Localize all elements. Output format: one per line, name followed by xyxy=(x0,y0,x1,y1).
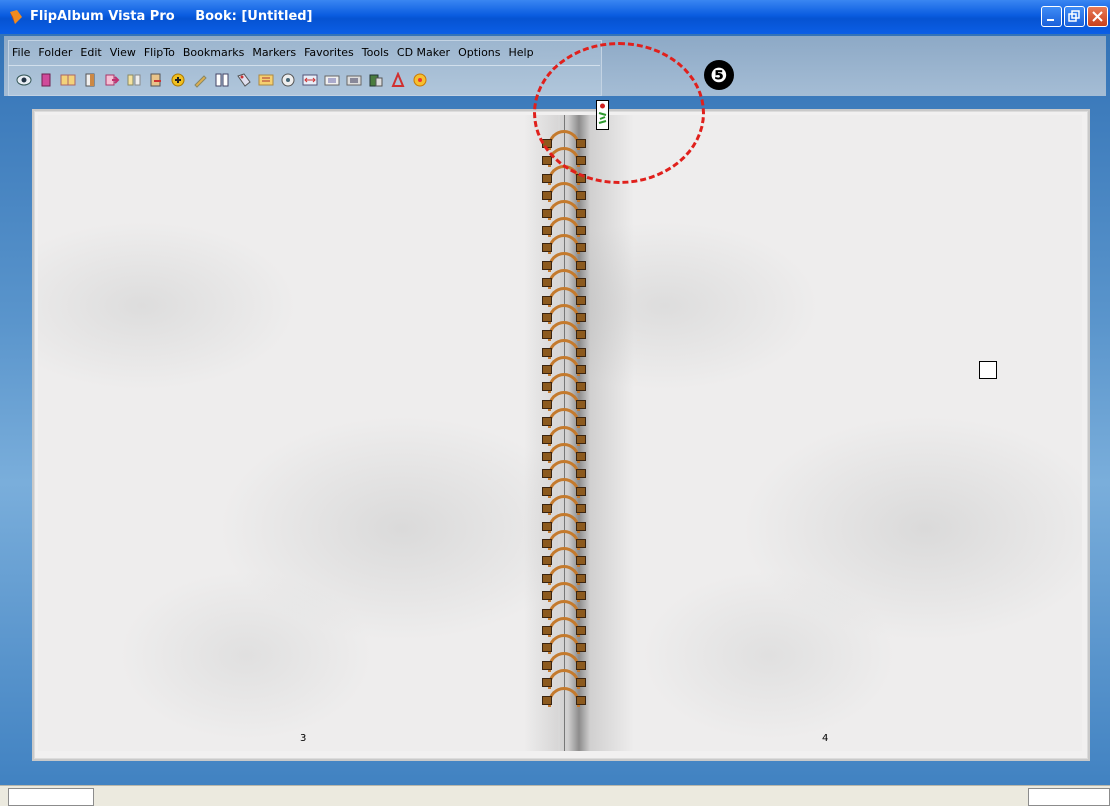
spiral-ring xyxy=(542,286,586,307)
left-page[interactable] xyxy=(38,115,558,751)
menu-cd-maker[interactable]: CD Maker xyxy=(393,44,454,64)
spiral-ring xyxy=(542,599,586,620)
spiral-ring xyxy=(542,581,586,603)
pdf-icon[interactable] xyxy=(388,71,407,90)
export-page-icon[interactable] xyxy=(146,71,165,90)
spiral-binding xyxy=(542,129,586,707)
spiral-ring xyxy=(542,459,586,481)
burn-disc-icon[interactable] xyxy=(410,71,429,90)
left-page-number: 3 xyxy=(300,733,307,744)
spiral-ring xyxy=(542,686,586,707)
filmstrip-icon[interactable] xyxy=(344,71,363,90)
menu-favorites[interactable]: Favorites xyxy=(300,44,358,64)
callout-circle xyxy=(533,42,705,184)
two-pages-icon[interactable] xyxy=(124,71,143,90)
spiral-ring xyxy=(542,355,586,377)
menu-file[interactable]: File xyxy=(8,44,34,64)
tag-icon[interactable] xyxy=(234,71,253,90)
spiral-ring xyxy=(542,233,586,255)
add-icon[interactable] xyxy=(168,71,187,90)
spiral-ring xyxy=(542,651,586,672)
book-title: Book: [Untitled] xyxy=(195,9,313,24)
status-pane-right xyxy=(1028,788,1110,806)
spiral-ring xyxy=(542,320,586,342)
menu-edit[interactable]: Edit xyxy=(76,44,105,64)
spiral-ring xyxy=(542,477,586,498)
spiral-ring xyxy=(542,668,586,690)
callout-number: ❺ xyxy=(704,60,734,90)
spiral-ring xyxy=(542,512,586,533)
status-bar xyxy=(0,785,1110,806)
spiral-ring xyxy=(542,442,586,464)
spiral-ring xyxy=(542,268,586,290)
spiral-ring xyxy=(542,564,586,585)
menu-options[interactable]: Options xyxy=(454,44,504,64)
spiral-ring xyxy=(542,181,586,203)
spiral-ring xyxy=(542,407,586,429)
spiral-ring xyxy=(542,372,586,394)
title-bar: FlipAlbum Vista Pro Book: [Untitled] xyxy=(0,0,1110,34)
spiral-ring xyxy=(542,216,586,237)
spiral-ring xyxy=(542,633,586,655)
spiral-ring xyxy=(542,199,586,220)
open-book-icon[interactable] xyxy=(58,71,77,90)
window-title: FlipAlbum Vista Pro Book: [Untitled] xyxy=(30,9,313,24)
spiral-ring xyxy=(542,390,586,411)
resize-icon[interactable] xyxy=(300,71,319,90)
right-page[interactable] xyxy=(560,115,1082,751)
menu-bookmarks[interactable]: Bookmarks xyxy=(179,44,248,64)
music-icon[interactable] xyxy=(278,71,297,90)
pink-book-icon[interactable] xyxy=(36,71,55,90)
toolbar xyxy=(8,67,600,93)
toolbar-separator xyxy=(8,65,600,66)
single-page-icon[interactable] xyxy=(80,71,99,90)
menu-bar: File Folder Edit View FlipTo Bookmarks M… xyxy=(8,44,538,64)
menu-help[interactable]: Help xyxy=(505,44,538,64)
eye-icon[interactable] xyxy=(14,71,33,90)
stamp-icon[interactable] xyxy=(366,71,385,90)
spiral-ring xyxy=(542,303,586,324)
contents-icon[interactable] xyxy=(256,71,275,90)
columns-icon[interactable] xyxy=(212,71,231,90)
minimize-button[interactable] xyxy=(1041,6,1062,27)
menu-flipto[interactable]: FlipTo xyxy=(140,44,179,64)
app-name: FlipAlbum Vista Pro xyxy=(30,9,175,24)
page-marker[interactable] xyxy=(979,361,997,379)
flipalbum-app-icon xyxy=(10,10,22,24)
close-button[interactable] xyxy=(1087,6,1108,27)
spiral-ring xyxy=(542,616,586,637)
menu-tools[interactable]: Tools xyxy=(358,44,393,64)
spiral-ring xyxy=(542,425,586,446)
restore-button[interactable] xyxy=(1064,6,1085,27)
spiral-ring xyxy=(542,529,586,550)
menu-folder[interactable]: Folder xyxy=(34,44,76,64)
status-pane-left xyxy=(8,788,94,806)
pencil-icon[interactable] xyxy=(190,71,209,90)
spiral-ring xyxy=(542,546,586,568)
spiral-ring xyxy=(542,494,586,516)
right-page-number: 4 xyxy=(822,733,829,744)
slide-icon[interactable] xyxy=(322,71,341,90)
menu-markers[interactable]: Markers xyxy=(248,44,300,64)
spiral-ring xyxy=(542,251,586,272)
next-arrow-icon[interactable] xyxy=(102,71,121,90)
book: 3 4 xyxy=(32,109,1090,761)
spiral-ring xyxy=(542,338,586,359)
menu-view[interactable]: View xyxy=(106,44,140,64)
